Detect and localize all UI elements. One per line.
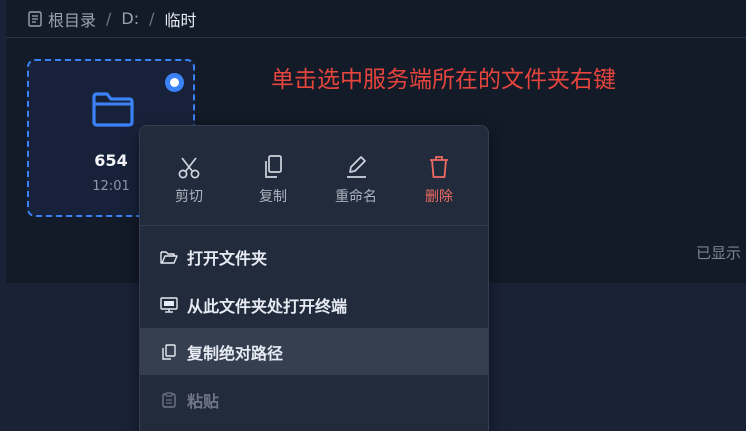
- rename-label: 重命名: [335, 189, 377, 205]
- breadcrumb: 根目录 / D: / 临时: [6, 0, 746, 38]
- cut-button[interactable]: 剪切: [153, 154, 225, 206]
- terminal-icon: [160, 296, 178, 313]
- delete-button[interactable]: 删除: [403, 154, 475, 206]
- document-list-icon: [28, 10, 42, 27]
- breadcrumb-current[interactable]: 临时: [165, 7, 197, 31]
- breadcrumb-drive[interactable]: D:: [121, 9, 139, 28]
- menu-item-label: 复制绝对路径: [187, 343, 284, 363]
- menu-item-label: 粘贴: [187, 391, 220, 411]
- menu-item-paste[interactable]: 粘贴: [140, 376, 488, 423]
- breadcrumb-root[interactable]: 根目录: [48, 7, 96, 31]
- rename-button[interactable]: 重命名: [320, 154, 392, 206]
- instruction-annotation: 单击选中服务端所在的文件夹右键: [271, 67, 616, 93]
- file-manager-page: 根目录 / D: / 临时 654 12:01 单击选中服务端所在的文件夹右键 …: [0, 0, 746, 431]
- menu-item-label: 打开文件夹: [187, 248, 268, 268]
- copy-icon: [261, 154, 285, 180]
- folder-icon: [91, 91, 135, 131]
- scissors-icon: [177, 154, 201, 180]
- context-menu: 剪切 复制 重命名 删除 打开文件夹 从此文件夹处打开终端 复制绝对路径 粘贴: [139, 125, 489, 431]
- trash-icon: [427, 154, 451, 180]
- copy-button[interactable]: 复制: [237, 154, 309, 206]
- cut-label: 剪切: [175, 189, 203, 205]
- menu-item-copy-path[interactable]: 复制绝对路径: [140, 328, 488, 375]
- breadcrumb-separator: /: [106, 9, 112, 28]
- delete-label: 删除: [425, 189, 453, 205]
- breadcrumb-separator: /: [149, 9, 155, 28]
- clipboard-icon: [160, 391, 178, 408]
- copy-label: 复制: [259, 189, 287, 205]
- menu-item-open-folder[interactable]: 打开文件夹: [140, 233, 488, 280]
- folder-open-icon: [160, 249, 178, 265]
- copy-icon: [160, 343, 178, 360]
- quick-actions: 剪切 复制 重命名 删除: [140, 126, 488, 226]
- selected-radio[interactable]: [165, 73, 184, 92]
- menu-item-label: 从此文件夹处打开终端: [187, 296, 348, 316]
- status-text: 已显示: [696, 244, 742, 262]
- menu-item-open-terminal[interactable]: 从此文件夹处打开终端: [140, 281, 488, 328]
- pencil-icon: [344, 154, 368, 180]
